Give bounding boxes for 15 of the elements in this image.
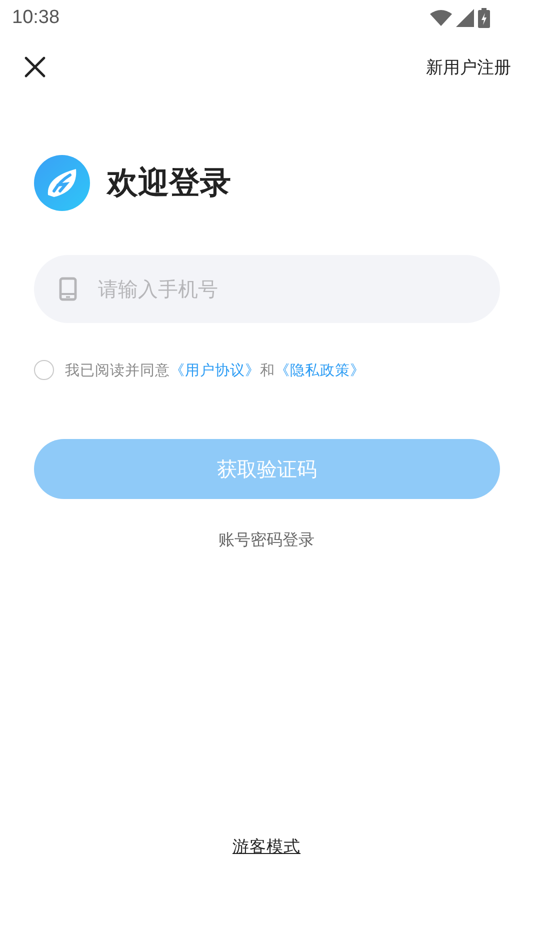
phone-input-field[interactable]: 请输入手机号 [34,255,500,323]
password-login-link[interactable]: 账号密码登录 [218,530,314,551]
agreement-text: 我已阅读并同意《用户协议》和《隐私政策》 [65,362,365,380]
battery-icon [478,8,490,28]
leaf-logo-icon [34,155,90,211]
agreement-link[interactable]: 《用户协议》 [170,362,260,378]
agree-checkbox[interactable] [34,360,54,380]
wifi-icon [430,10,452,26]
status-time: 10:38 [12,7,60,29]
signal-icon [456,9,474,27]
agreement-link[interactable]: 《隐私政策》 [275,362,365,378]
welcome-title: 欢迎登录 [107,164,231,203]
close-icon[interactable] [24,56,46,78]
guest-mode-link[interactable]: 游客模式 [232,836,300,858]
register-link[interactable]: 新用户注册 [426,56,511,78]
